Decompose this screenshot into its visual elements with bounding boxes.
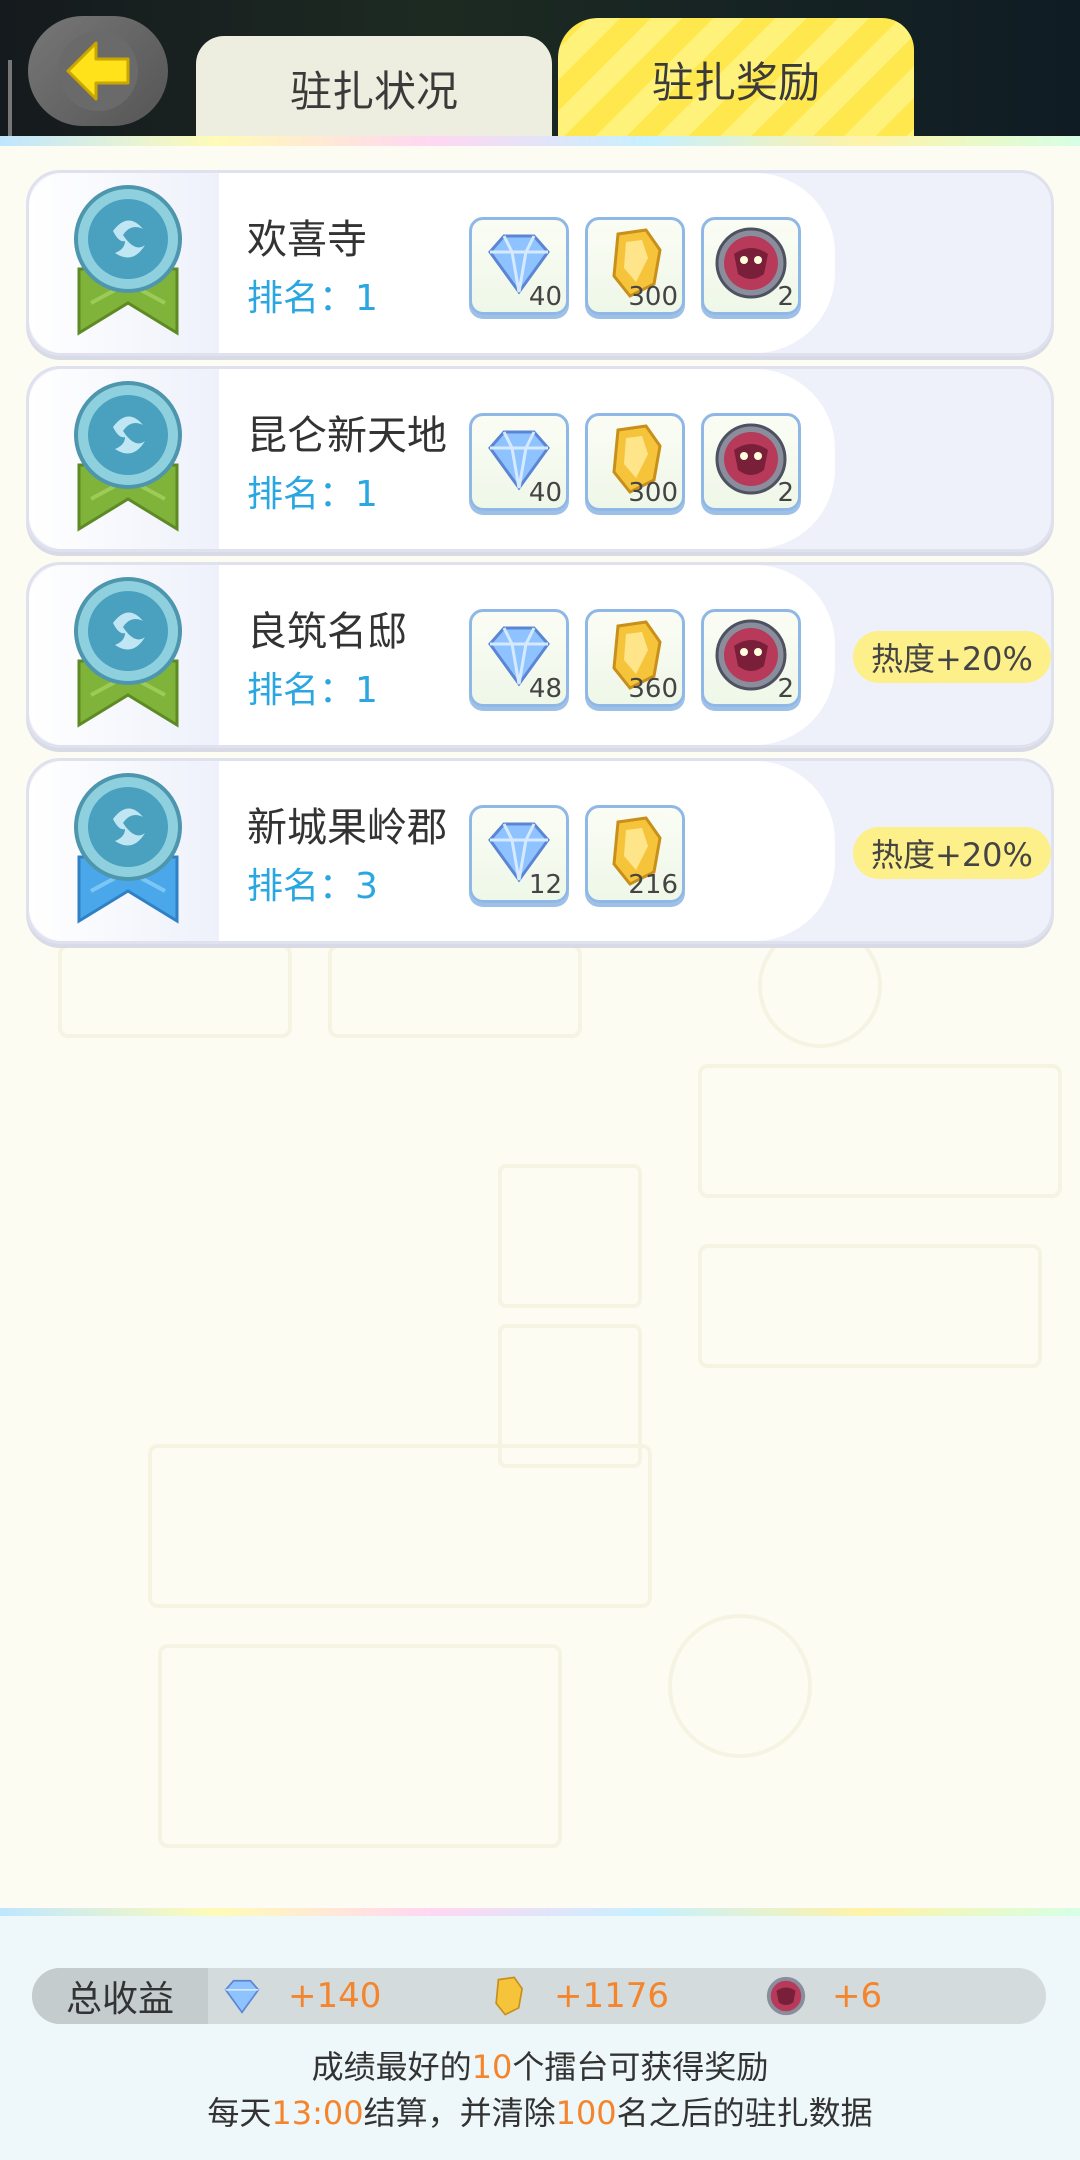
reward-item-token[interactable]: 2: [701, 413, 801, 511]
reward-item-gold[interactable]: 300: [585, 217, 685, 315]
reward-row: 新城果岭郡 排名：3 12 216 热度+20%: [26, 758, 1054, 944]
rank-label: 排名：3: [247, 866, 378, 907]
total-income-bar: 总收益 +140 +1176 +6: [32, 1968, 1046, 2024]
rank-label: 排名：1: [247, 474, 378, 515]
total-token: +6: [764, 1968, 882, 2024]
summary-panel: 总收益 +140 +1176 +6 成绩最好的10个擂台可获得奖励 每天13:0…: [0, 1908, 1080, 2160]
rank-medal-icon: [73, 575, 183, 735]
total-income-label: 总收益: [32, 1968, 208, 2024]
location-name: 新城果岭郡: [247, 805, 447, 851]
reward-item-gold[interactable]: 216: [585, 805, 685, 903]
reward-item-diamond[interactable]: 48: [469, 609, 569, 707]
tab-station-rewards[interactable]: 驻扎奖励: [558, 18, 914, 140]
reward-item-diamond[interactable]: 12: [469, 805, 569, 903]
diamond-icon: [224, 1979, 260, 2014]
tab-station-status[interactable]: 驻扎状况: [196, 36, 552, 140]
heat-bonus-badge: 热度+20%: [853, 631, 1051, 683]
reward-item-diamond[interactable]: 40: [469, 413, 569, 511]
reward-item-gold[interactable]: 300: [585, 413, 685, 511]
reward-item-token[interactable]: 2: [701, 217, 801, 315]
reward-row: 昆仑新天地 排名：1 40 300 2: [26, 366, 1054, 552]
reward-item-diamond[interactable]: 40: [469, 217, 569, 315]
demon-token-icon: [766, 1976, 806, 2016]
reward-rules: 成绩最好的10个擂台可获得奖励 每天13:00结算，并清除100名之后的驻扎数据: [0, 2044, 1080, 2136]
reward-list: 欢喜寺 排名：1 40 300 2 昆仑新天地 排名：1 40 300 2 良筑…: [26, 170, 1054, 954]
location-name: 欢喜寺: [247, 217, 367, 263]
heat-bonus-badge: 热度+20%: [853, 827, 1051, 879]
reward-item-gold[interactable]: 360: [585, 609, 685, 707]
total-diamond: +140: [220, 1968, 381, 2024]
back-button[interactable]: [28, 16, 168, 126]
total-gold: +1176: [486, 1968, 669, 2024]
rank-medal-icon: [73, 183, 183, 343]
reward-item-token[interactable]: 2: [701, 609, 801, 707]
reward-row: 欢喜寺 排名：1 40 300 2: [26, 170, 1054, 356]
header-divider: [0, 136, 1080, 146]
rank-medal-icon: [73, 771, 183, 931]
location-name: 昆仑新天地: [247, 413, 447, 459]
rank-medal-icon: [73, 379, 183, 539]
rule-line-1: 成绩最好的10个擂台可获得奖励: [311, 2048, 769, 2086]
back-arrow-icon: [52, 25, 144, 117]
rule-line-2: 每天13:00结算，并清除100名之后的驻扎数据: [207, 2094, 873, 2132]
gold-crystal-icon: [495, 1976, 523, 2016]
divider: [8, 60, 12, 140]
rank-label: 排名：1: [247, 278, 378, 319]
rank-label: 排名：1: [247, 670, 378, 711]
location-name: 良筑名邸: [247, 609, 407, 655]
reward-row: 良筑名邸 排名：1 48 360 2 热度+20%: [26, 562, 1054, 748]
